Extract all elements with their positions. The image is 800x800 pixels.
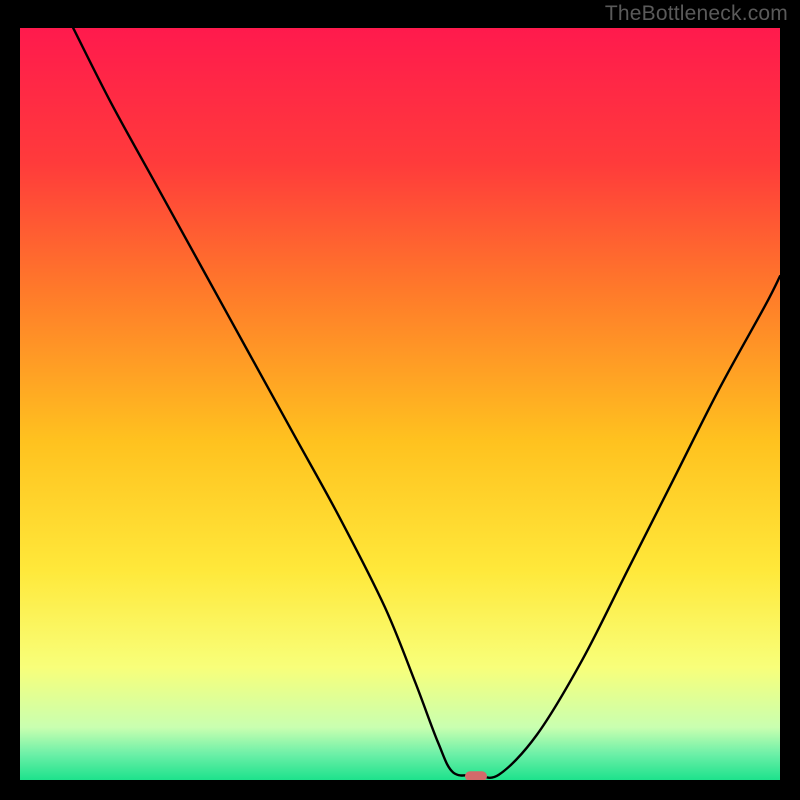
bottleneck-chart: [20, 28, 780, 780]
plot-area: [20, 28, 780, 780]
optimum-marker: [465, 771, 487, 780]
gradient-background: [20, 28, 780, 780]
watermark-text: TheBottleneck.com: [605, 2, 788, 26]
chart-frame: TheBottleneck.com: [0, 0, 800, 800]
